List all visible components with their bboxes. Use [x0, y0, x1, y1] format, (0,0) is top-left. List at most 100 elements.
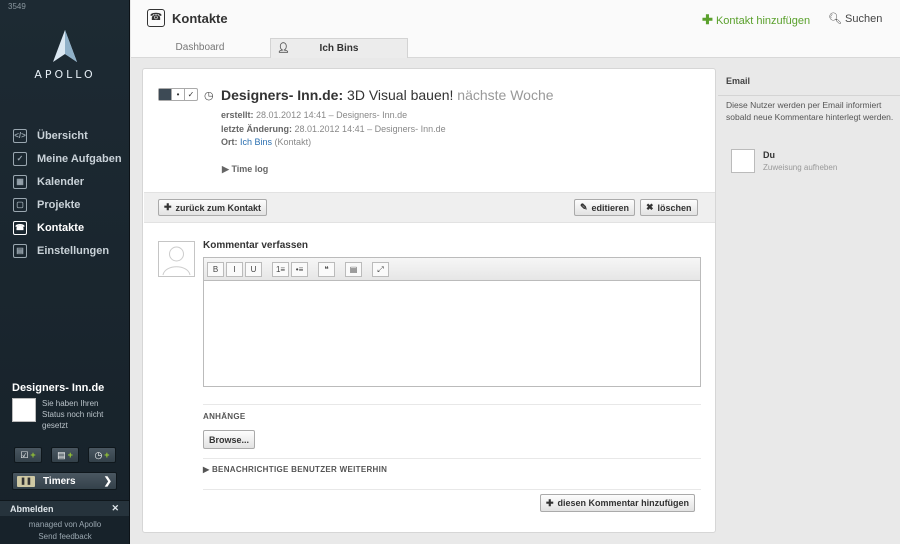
nav-label: Übersicht: [37, 129, 88, 142]
add-task-button[interactable]: ☑ +: [14, 447, 42, 463]
contacts-icon: ☎: [147, 9, 165, 27]
tasks-checkbox-icon: ✓: [13, 151, 27, 166]
status-text[interactable]: Sie haben Ihren Status noch nicht gesetz…: [42, 398, 122, 431]
close-icon: ✖: [646, 202, 654, 212]
nav-label: Kontakte: [37, 221, 85, 234]
underline-icon[interactable]: U: [245, 261, 262, 277]
calendar-icon: ▦: [13, 174, 27, 189]
bold-icon[interactable]: B: [207, 261, 224, 277]
arrow-icon: ✚: [164, 202, 172, 212]
email-info: Diese Nutzer werden per Email informiert…: [726, 100, 894, 122]
pause-icon: ❚❚: [17, 475, 35, 487]
plus-icon: +: [67, 450, 73, 460]
nav-item-kalender[interactable]: ▦ Kalender: [10, 170, 125, 193]
task-state-toggle[interactable]: • ✓: [158, 88, 198, 101]
tab-ich-bins[interactable]: 👤︎ Ich Bins: [270, 38, 408, 58]
timelog-toggle[interactable]: ▶ Time log: [222, 164, 268, 175]
plus-icon: ✚: [546, 497, 554, 508]
back-to-contact-button[interactable]: ✚ zurück zum Kontakt: [158, 199, 268, 216]
plus-icon: +: [30, 450, 36, 460]
nav-label: Projekte: [37, 198, 81, 211]
toggle-dot[interactable]: •: [172, 89, 185, 100]
task-panel: • ✓ ◷ Designers- Inn.de: 3D Visual bauen…: [142, 68, 716, 533]
toggle-off[interactable]: [159, 89, 172, 100]
project-name[interactable]: Designers- Inn.de: [12, 382, 122, 394]
note-icon: ▤: [57, 449, 66, 460]
divider: [203, 458, 701, 459]
toggle-check-icon[interactable]: ✓: [185, 89, 197, 100]
add-timer-button[interactable]: ◷ +: [88, 447, 116, 463]
main-nav: </> Übersicht ✓ Meine Aufgaben ▦ Kalender ▢…: [10, 124, 125, 262]
chevron-right-icon: ❯: [103, 475, 112, 487]
clock-icon: ◷: [204, 90, 214, 102]
user-status-box: Designers- Inn.de Sie haben Ihren Status…: [12, 382, 122, 430]
task-company: Designers- Inn.de:: [221, 87, 344, 103]
apollo-rocket-icon: [53, 30, 77, 62]
comment-title: Kommentar verfassen: [203, 240, 309, 251]
divider: [203, 404, 701, 405]
build-number: 3549: [8, 2, 26, 11]
action-bar: ✚ zurück zum Kontakt ✎ editieren ✖ löschen: [144, 192, 715, 223]
search-button[interactable]: 🔍︎ Suchen: [828, 12, 882, 25]
html-source-icon[interactable]: ▤: [345, 261, 362, 277]
meta-changed: letzte Änderung: 28.01.2012 14:41 – Desi…: [221, 124, 446, 134]
close-icon: ✕: [111, 503, 119, 513]
meta-created: erstellt: 28.01.2012 14:41 – Designers- …: [221, 110, 408, 120]
nav-item-meine-aufgaben[interactable]: ✓ Meine Aufgaben: [10, 147, 125, 170]
pencil-icon: ✎: [580, 202, 588, 212]
task-title: Designers- Inn.de: 3D Visual bauen! näch…: [221, 87, 554, 103]
plus-icon: +: [104, 450, 110, 460]
task-due: nächste Woche: [457, 87, 554, 103]
user-silhouette-icon: [162, 246, 191, 276]
tab-label: Ich Bins: [319, 43, 359, 54]
notify-users-toggle[interactable]: ▶ BENACHRICHTIGE BENUTZER WEITERHIN: [203, 465, 387, 474]
managed-by: managed von Apollo: [28, 520, 102, 529]
person-icon: 👤︎: [277, 43, 290, 54]
nav-item-einstellungen[interactable]: ▤ Einstellungen: [10, 239, 125, 262]
add-contact-label: Kontakt hinzufügen: [715, 15, 811, 27]
timers-button[interactable]: ❚❚ Timers ❯: [12, 472, 117, 490]
logout-label: Abmelden: [10, 503, 54, 514]
unassign-link[interactable]: Zuweisung aufheben: [763, 163, 837, 172]
search-label: Suchen: [845, 13, 883, 25]
plus-icon: ✚: [702, 12, 713, 27]
edit-button[interactable]: ✎ editieren: [574, 199, 636, 216]
avatar: [731, 149, 755, 173]
browse-button[interactable]: Browse...: [203, 430, 256, 449]
nav-item-projekte[interactable]: ▢ Projekte: [10, 193, 125, 216]
divider: [203, 489, 701, 490]
feedback-link[interactable]: Send feedback: [0, 532, 130, 541]
search-icon: 🔍︎: [828, 13, 842, 25]
tab-dashboard[interactable]: Dashboard: [131, 38, 269, 58]
attachments-heading: ANHÄNGE: [203, 412, 246, 421]
add-comment-button[interactable]: ✚ diesen Kommentar hinzufügen: [540, 494, 696, 512]
comment-textarea[interactable]: [204, 281, 700, 386]
quote-icon[interactable]: ❝: [318, 261, 335, 277]
add-note-button[interactable]: ▤ +: [51, 447, 79, 463]
delete-button[interactable]: ✖ löschen: [640, 199, 698, 216]
fullscreen-icon[interactable]: ⤢: [372, 261, 389, 277]
editor-toolbar: B I U 1≡ •≡ ❝ ▤ ⤢: [204, 258, 700, 281]
triangle-right-icon: ▶: [222, 164, 229, 174]
avatar: [158, 241, 195, 277]
nav-label: Kalender: [37, 175, 85, 188]
email-heading: Email: [718, 76, 900, 96]
nav-item-kontakte[interactable]: ☎ Kontakte: [10, 216, 125, 239]
user-name: Du: [763, 150, 775, 160]
logout-button[interactable]: Abmelden ✕: [0, 500, 129, 516]
apollo-logo[interactable]: APOLLO: [20, 28, 110, 84]
italic-icon[interactable]: I: [226, 261, 243, 277]
add-contact-button[interactable]: ✚ Kontakt hinzufügen: [702, 12, 810, 28]
page-title: Kontakte: [172, 11, 228, 26]
settings-icon: ▤: [13, 243, 27, 258]
bullet-list-icon[interactable]: •≡: [291, 261, 308, 277]
place-link[interactable]: Ich Bins: [240, 137, 272, 147]
ordered-list-icon[interactable]: 1≡: [272, 261, 289, 277]
task-check-icon: ☑: [20, 449, 29, 460]
overview-icon: </>: [13, 128, 27, 143]
timers-label: Timers: [43, 475, 76, 487]
nav-label: Einstellungen: [37, 244, 110, 257]
nav-item-uebersicht[interactable]: </> Übersicht: [10, 124, 125, 147]
sidebar: 3549 APOLLO </> Übersicht ✓ Meine Aufgaben…: [0, 0, 130, 544]
clock-icon: ◷: [94, 449, 103, 460]
